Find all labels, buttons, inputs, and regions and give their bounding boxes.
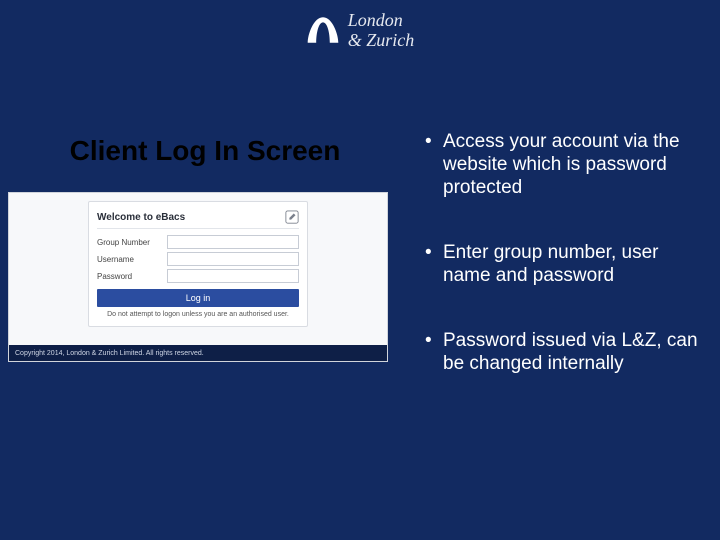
slide: London & Zurich Client Log In Screen Wel… <box>0 0 720 540</box>
logo-text: London & Zurich <box>348 10 415 50</box>
bullet-dot-icon: • <box>425 329 443 375</box>
label-group-number: Group Number <box>97 238 167 247</box>
logo-line2: & Zurich <box>348 30 415 50</box>
bullet-list: • Access your account via the website wh… <box>425 130 705 417</box>
label-password: Password <box>97 272 167 281</box>
page-title: Client Log In Screen <box>40 135 370 167</box>
bullet-dot-icon: • <box>425 130 443 199</box>
brand-logo: London & Zurich <box>0 10 720 50</box>
card-header: Welcome to eBacs <box>97 210 299 229</box>
bullet-dot-icon: • <box>425 241 443 287</box>
logo-line1: London <box>348 10 415 30</box>
card-title: Welcome to eBacs <box>97 212 185 223</box>
bullet-item: • Password issued via L&Z, can be change… <box>425 329 705 375</box>
login-screenshot: Welcome to eBacs Group Number Username P… <box>8 192 388 362</box>
input-password[interactable] <box>167 269 299 283</box>
bullet-item: • Enter group number, user name and pass… <box>425 241 705 287</box>
edit-icon <box>285 210 299 224</box>
row-password: Password <box>97 269 299 283</box>
warning-text: Do not attempt to logon unless you are a… <box>97 311 299 318</box>
screenshot-body: Welcome to eBacs Group Number Username P… <box>9 193 387 345</box>
input-group-number[interactable] <box>167 235 299 249</box>
bullet-text: Enter group number, user name and passwo… <box>443 241 705 287</box>
screenshot-footer: Copyright 2014, London & Zurich Limited.… <box>9 345 387 361</box>
login-card: Welcome to eBacs Group Number Username P… <box>88 201 308 327</box>
logo-arch-icon <box>306 15 340 45</box>
bullet-item: • Access your account via the website wh… <box>425 130 705 199</box>
bullet-text: Access your account via the website whic… <box>443 130 705 199</box>
login-button[interactable]: Log in <box>97 289 299 307</box>
label-username: Username <box>97 255 167 264</box>
input-username[interactable] <box>167 252 299 266</box>
bullet-text: Password issued via L&Z, can be changed … <box>443 329 705 375</box>
row-group-number: Group Number <box>97 235 299 249</box>
row-username: Username <box>97 252 299 266</box>
